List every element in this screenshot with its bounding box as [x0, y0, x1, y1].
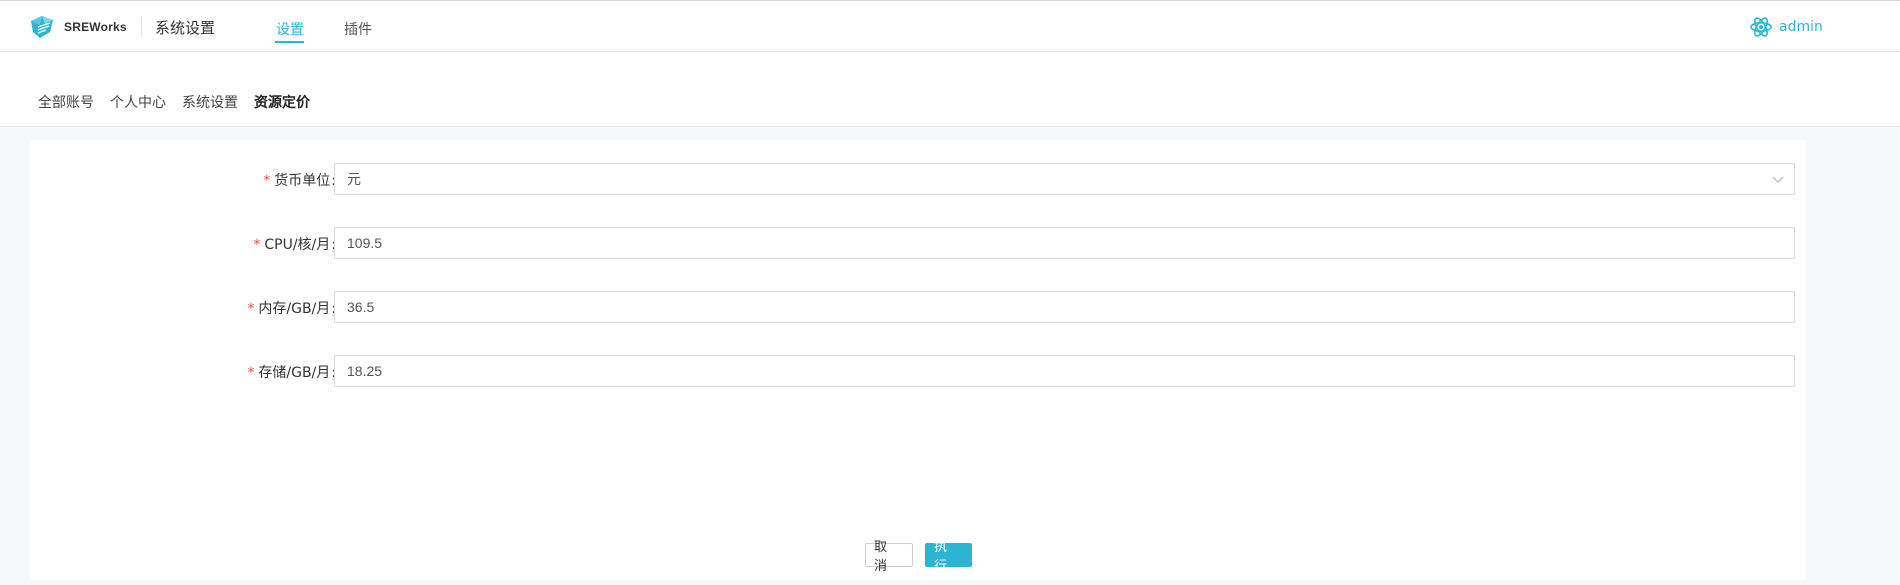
- tab-plugins[interactable]: 插件: [344, 19, 372, 39]
- subnav-item-resource-pricing[interactable]: 资源定价: [254, 92, 310, 112]
- pricing-form-panel: *货币单位: 元 *CPU/核/月: *内存/GB/月: *存储/GB/月: 取…: [30, 140, 1806, 580]
- user-menu[interactable]: admin: [1749, 14, 1823, 40]
- required-mark: *: [247, 365, 255, 381]
- cancel-button[interactable]: 取消: [865, 540, 913, 574]
- storage-price-field: [334, 355, 1795, 387]
- user-name: admin: [1779, 19, 1823, 35]
- sreworks-logo-icon[interactable]: [28, 13, 56, 41]
- currency-select[interactable]: 元: [334, 163, 1795, 195]
- cpu-label-text: CPU/核/月: [264, 237, 331, 253]
- storage-price-input[interactable]: [347, 363, 1782, 379]
- cpu-label: *CPU/核/月:: [253, 234, 336, 254]
- sub-navigation: 全部账号 个人中心 系统设置 资源定价: [0, 53, 1900, 127]
- cpu-price-input[interactable]: [347, 235, 1782, 251]
- form-row-memory: *内存/GB/月:: [30, 291, 1806, 323]
- required-mark: *: [253, 237, 261, 253]
- memory-price-field: [334, 291, 1795, 323]
- subnav-item-system-settings[interactable]: 系统设置: [182, 92, 238, 112]
- form-row-currency: *货币单位: 元: [30, 163, 1806, 195]
- required-mark: *: [247, 301, 255, 317]
- execute-button[interactable]: 执行: [925, 540, 972, 574]
- storage-label: *存储/GB/月:: [247, 362, 336, 382]
- app-title: 系统设置: [155, 19, 216, 37]
- brand-divider: [141, 17, 142, 37]
- currency-label-text: 货币单位: [274, 173, 331, 189]
- form-row-storage: *存储/GB/月:: [30, 355, 1806, 387]
- storage-label-text: 存储/GB/月: [258, 365, 331, 381]
- active-tab-underline: [275, 41, 304, 43]
- currency-select-value: 元: [347, 171, 361, 187]
- cpu-price-field: [334, 227, 1795, 259]
- chevron-down-icon: [1772, 176, 1784, 183]
- required-mark: *: [263, 173, 271, 189]
- tab-settings[interactable]: 设置: [276, 19, 304, 39]
- memory-label-text: 内存/GB/月: [258, 301, 331, 317]
- atom-icon: [1750, 17, 1772, 37]
- memory-label: *内存/GB/月:: [247, 298, 336, 318]
- subnav-item-all-accounts[interactable]: 全部账号: [38, 92, 94, 112]
- form-row-cpu: *CPU/核/月:: [30, 227, 1806, 259]
- currency-label: *货币单位:: [263, 170, 336, 190]
- subnav-item-personal-center[interactable]: 个人中心: [110, 92, 166, 112]
- memory-price-input[interactable]: [347, 299, 1782, 315]
- brand-name[interactable]: SREWorks: [64, 20, 127, 34]
- top-navbar: SREWorks 系统设置 设置 插件 admin: [0, 0, 1900, 52]
